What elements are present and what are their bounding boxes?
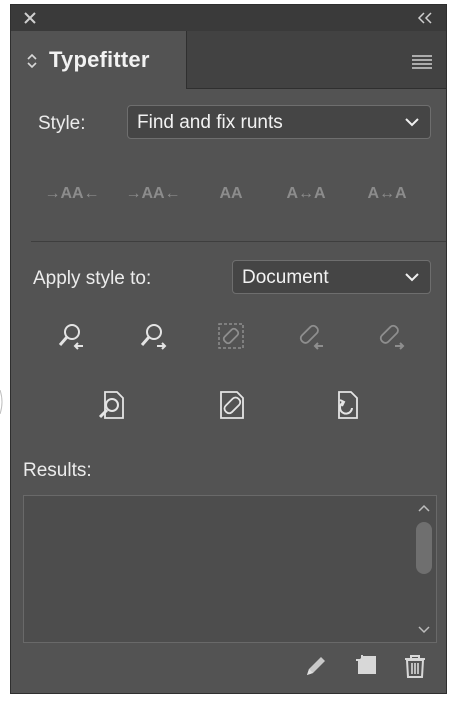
scroll-down-icon[interactable] [418, 626, 430, 634]
find-all-icon[interactable] [95, 388, 129, 422]
style-label: Style: [38, 113, 86, 134]
close-icon[interactable] [21, 9, 39, 27]
divider [31, 241, 446, 242]
normal-button[interactable]: AA [201, 185, 261, 203]
tighten-both-button[interactable]: →AA← [42, 185, 102, 203]
scrollbar-thumb[interactable] [416, 522, 432, 574]
tab-typefitter[interactable]: Typefitter [11, 31, 187, 89]
panel-edge-mark [0, 390, 3, 414]
fix-selection-icon[interactable] [214, 319, 248, 353]
panel-titlebar [11, 5, 446, 31]
collapse-icon[interactable] [416, 10, 434, 26]
style-dropdown[interactable]: Find and fix runts [127, 105, 431, 139]
find-next-icon[interactable] [137, 319, 171, 353]
apply-style-dropdown-value: Document [242, 267, 329, 288]
tighten-button[interactable]: →AA← [123, 185, 183, 203]
loosen-button[interactable]: A↔A [276, 185, 336, 203]
chevron-down-icon [405, 273, 419, 282]
apply-style-label: Apply style to: [33, 268, 152, 289]
apply-style-dropdown[interactable]: Document [232, 260, 431, 294]
edit-icon[interactable] [303, 653, 329, 679]
fix-all-icon[interactable] [215, 388, 249, 422]
results-label: Results: [23, 460, 92, 481]
typefitter-panel: Typefitter Style: Find and fix runts →AA… [10, 4, 447, 694]
style-dropdown-value: Find and fix runts [137, 112, 283, 133]
new-icon[interactable] [353, 653, 379, 679]
chevron-down-icon [405, 118, 419, 127]
tab-title: Typefitter [49, 47, 150, 72]
reset-icon[interactable] [329, 388, 363, 422]
tab-bar: Typefitter [11, 31, 446, 89]
expand-collapse-icon[interactable] [26, 52, 38, 70]
fix-previous-icon[interactable] [293, 319, 327, 353]
fix-next-icon[interactable] [373, 319, 407, 353]
panel-menu-icon[interactable] [412, 55, 432, 69]
scroll-up-icon[interactable] [418, 504, 430, 512]
find-previous-icon[interactable] [55, 319, 89, 353]
results-list[interactable] [23, 495, 437, 643]
loosen-both-button[interactable]: A↔A [357, 185, 417, 203]
delete-icon[interactable] [402, 653, 428, 679]
